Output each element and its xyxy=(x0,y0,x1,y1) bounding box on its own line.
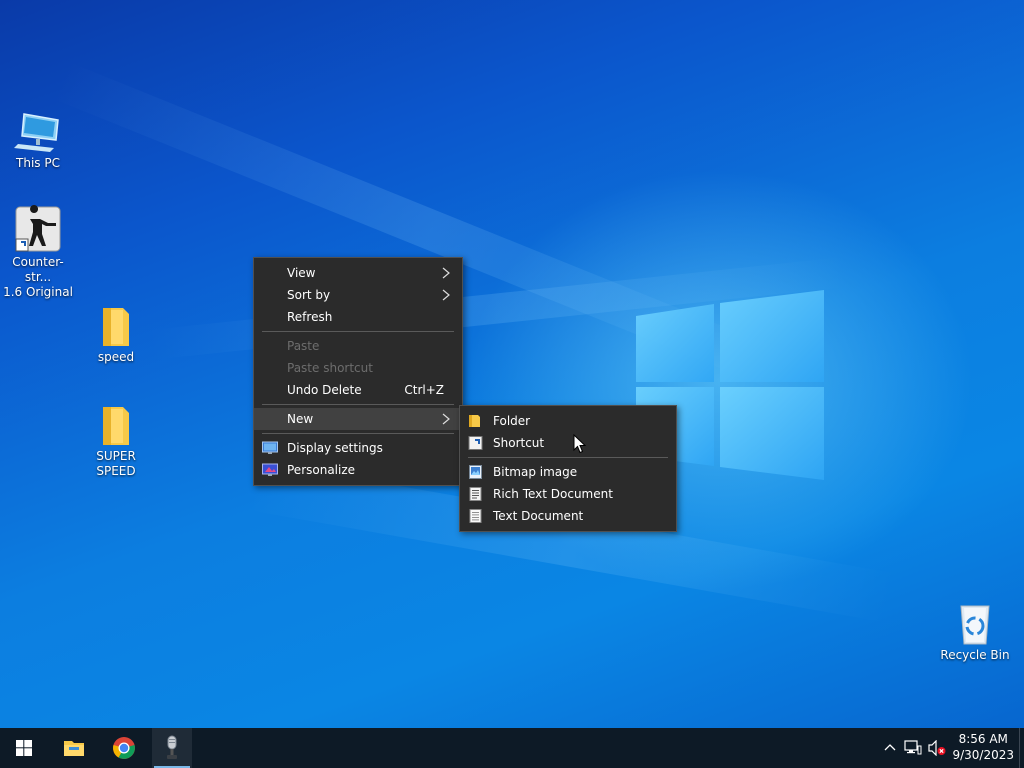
menu-item-label: Personalize xyxy=(287,463,356,477)
show-desktop-button[interactable] xyxy=(1019,728,1024,768)
menu-item-refresh[interactable]: Refresh xyxy=(254,306,462,328)
chevron-right-icon xyxy=(442,267,450,279)
network-icon[interactable] xyxy=(904,740,922,756)
submenu-item-folder[interactable]: Folder xyxy=(460,410,676,432)
shortcut-icon xyxy=(468,436,483,450)
desktop-icon-label: Recycle Bin xyxy=(940,648,1010,662)
menu-separator xyxy=(262,404,454,405)
display-settings-icon xyxy=(262,441,278,454)
system-tray: 8:56 AM 9/30/2023 xyxy=(874,728,1024,768)
personalize-icon xyxy=(262,463,278,476)
menu-item-label: Display settings xyxy=(287,441,383,455)
taskbar-clock[interactable]: 8:56 AM 9/30/2023 xyxy=(952,731,1014,763)
menu-item-undo-delete[interactable]: Undo Delete Ctrl+Z xyxy=(254,379,462,401)
menu-item-label: Bitmap image xyxy=(493,465,578,479)
computer-icon xyxy=(14,113,59,152)
bitmap-image-icon xyxy=(469,465,482,479)
new-submenu: Folder Shortcut Bitmap image Rich Text D… xyxy=(459,405,677,532)
chevron-up-icon[interactable] xyxy=(884,742,896,752)
taskbar-file-explorer[interactable] xyxy=(52,728,96,768)
menu-item-label: Text Document xyxy=(493,509,584,523)
submenu-item-shortcut[interactable]: Shortcut xyxy=(460,432,676,454)
recycle-bin-icon xyxy=(960,605,990,645)
chevron-right-icon xyxy=(442,413,450,425)
desktop-icon-label: SUPER SPEED xyxy=(96,449,136,478)
menu-item-label: View xyxy=(287,266,316,280)
menu-item-label: Sort by xyxy=(287,288,331,302)
desktop-icon-label: This PC xyxy=(16,156,60,170)
submenu-item-rich-text-document[interactable]: Rich Text Document xyxy=(460,483,676,505)
menu-item-label: Undo Delete xyxy=(287,383,362,397)
clock-date: 9/30/2023 xyxy=(952,748,1014,762)
menu-item-label: Shortcut xyxy=(493,436,545,450)
desktop-icon-this-pc[interactable]: This PC xyxy=(0,110,76,171)
menu-item-new[interactable]: New xyxy=(254,408,462,430)
submenu-item-text-document[interactable]: Text Document xyxy=(460,505,676,527)
desktop-icon-label: speed xyxy=(97,350,135,364)
taskbar-chrome[interactable] xyxy=(102,728,146,768)
menu-item-display-settings[interactable]: Display settings xyxy=(254,437,462,459)
desktop-icon-counter-strike[interactable]: Counter-str... 1.6 Original xyxy=(0,205,76,300)
desktop[interactable]: This PC Counter-str... 1.6 Original spee… xyxy=(0,0,1024,728)
submenu-item-bitmap-image[interactable]: Bitmap image xyxy=(460,461,676,483)
windows-start-icon xyxy=(16,740,32,756)
desktop-icon-speed-folder[interactable]: speed xyxy=(78,306,154,365)
menu-item-label: New xyxy=(287,412,314,426)
mouse-cursor-icon xyxy=(573,434,587,454)
text-document-icon xyxy=(469,509,482,523)
menu-item-paste-shortcut: Paste shortcut xyxy=(254,357,462,379)
menu-item-paste: Paste xyxy=(254,335,462,357)
menu-item-label: Refresh xyxy=(287,310,333,324)
desktop-icon-super-speed-folder[interactable]: SUPER SPEED xyxy=(78,405,154,479)
desktop-icon-recycle-bin[interactable]: Recycle Bin xyxy=(937,602,1013,663)
menu-item-label: Paste shortcut xyxy=(287,361,373,375)
menu-item-label: Rich Text Document xyxy=(493,487,613,501)
chrome-icon xyxy=(113,737,135,759)
menu-separator xyxy=(262,433,454,434)
microphone-icon xyxy=(167,735,177,759)
rich-text-document-icon xyxy=(469,487,482,501)
keyboard-shortcut: Ctrl+Z xyxy=(404,383,444,397)
menu-item-sort-by[interactable]: Sort by xyxy=(254,284,462,306)
folder-icon xyxy=(103,407,129,445)
folder-icon xyxy=(469,415,480,427)
menu-separator xyxy=(262,331,454,332)
file-explorer-icon xyxy=(64,741,84,756)
menu-item-view[interactable]: View xyxy=(254,262,462,284)
taskbar-voice-recorder[interactable] xyxy=(152,728,192,768)
clock-time: 8:56 AM xyxy=(958,732,1008,746)
start-button[interactable] xyxy=(2,728,46,768)
menu-item-personalize[interactable]: Personalize xyxy=(254,459,462,481)
menu-separator xyxy=(468,457,668,458)
taskbar: 8:56 AM 9/30/2023 xyxy=(0,728,1024,768)
folder-icon xyxy=(103,308,129,346)
counter-strike-icon xyxy=(15,205,61,252)
desktop-icon-label: Counter-str... 1.6 Original xyxy=(3,255,73,299)
menu-item-label: Paste xyxy=(287,339,320,353)
volume-muted-icon[interactable] xyxy=(928,740,946,756)
chevron-right-icon xyxy=(442,289,450,301)
desktop-context-menu: View Sort by Refresh Paste Paste shortcu… xyxy=(253,257,463,486)
menu-item-label: Folder xyxy=(493,414,531,428)
